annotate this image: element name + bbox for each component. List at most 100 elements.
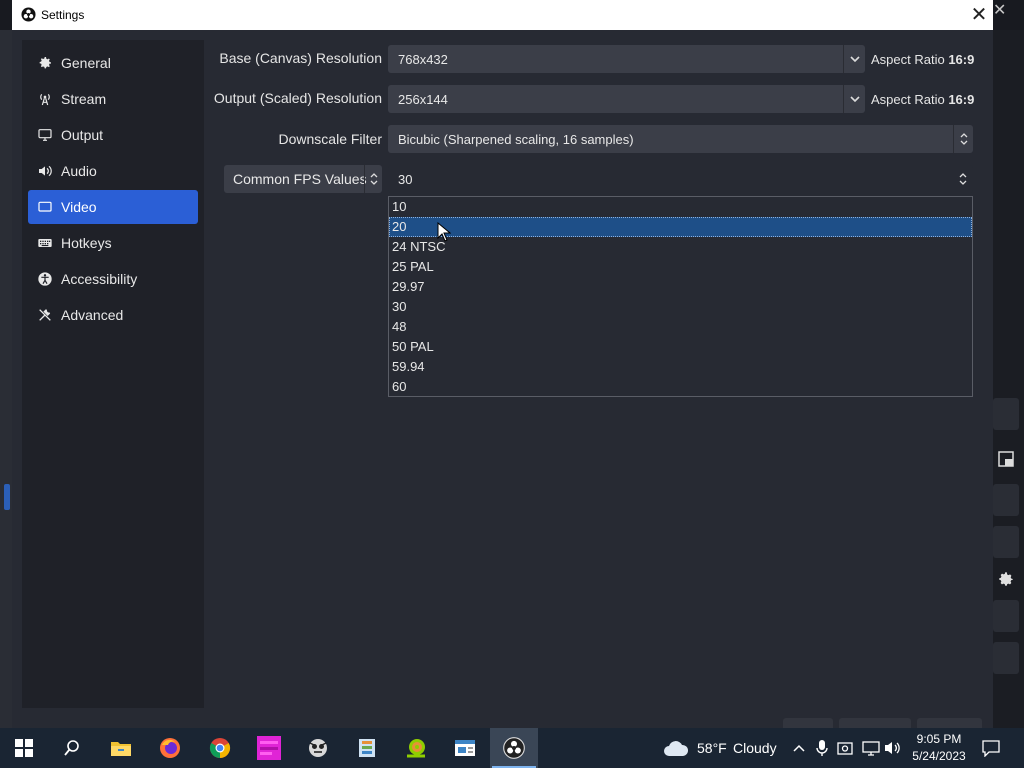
magenta-app-icon [257,736,281,760]
sidebar-item-audio[interactable]: Audio [28,154,198,188]
base-resolution-value: 768x432 [398,51,448,67]
clock-time: 9:05 PM [916,732,962,746]
chrome-icon [209,738,231,759]
updown-arrows-icon [953,125,973,153]
taskbar-search-button[interactable] [48,728,96,768]
snail-app-icon [407,739,425,758]
fps-option[interactable]: 24 NTSC [389,237,972,257]
settings-dialog: Settings ✕ General Stream Output Audio V… [12,0,993,740]
fps-value-combo[interactable]: 30 [388,165,973,193]
antenna-icon [36,90,54,108]
taskbar-archive-app[interactable] [343,728,391,768]
sidebar-item-video[interactable]: Video [28,190,198,224]
fps-option-highlighted[interactable]: 20 [389,217,972,237]
background-close-icon[interactable]: ✕ [993,0,1006,20]
security-icon[interactable] [836,739,854,757]
chevron-down-icon[interactable] [843,45,865,73]
updown-arrows-icon [364,165,382,193]
taskbar-snail-app[interactable] [392,728,440,768]
mouse-cursor-icon [437,222,451,242]
taskbar-file-explorer[interactable] [97,728,145,768]
taskbar-firefox[interactable] [146,728,194,768]
title-bar: Settings ✕ [12,0,993,30]
search-icon [64,740,79,756]
downscale-filter-value: Bicubic (Sharpened scaling, 16 samples) [398,131,634,147]
fps-value: 30 [398,171,413,187]
sidebar-item-label: Advanced [61,307,124,323]
obs-studio-icon [503,737,525,759]
dialog-title: Settings [41,8,85,22]
sidebar-item-hotkeys[interactable]: Hotkeys [28,226,198,260]
volume-icon[interactable] [884,739,902,757]
output-aspect-ratio: Aspect Ratio 16:9 [871,92,975,107]
sidebar-item-accessibility[interactable]: Accessibility [28,262,198,296]
fps-option[interactable]: 50 PAL [389,337,972,357]
gear-icon[interactable] [997,570,1015,593]
chevron-down-icon[interactable] [843,85,865,113]
speaker-icon [36,162,54,180]
taskbar-magenta-app[interactable] [245,728,293,768]
output-resolution-combo[interactable]: 256x144 [388,85,865,113]
microphone-icon[interactable] [813,739,831,757]
updown-arrows-icon [953,165,973,193]
fps-option[interactable]: 48 [389,317,972,337]
fps-option[interactable]: 10 [389,197,972,217]
sidebar-item-label: Audio [61,163,97,179]
background-selected-tab [4,484,10,510]
obs-face-icon [309,739,327,757]
output-resolution-label: Output (Scaled) Resolution [213,90,382,106]
fps-option[interactable]: 30 [389,297,972,317]
background-panel-button[interactable] [993,526,1019,558]
archive-app-icon [359,739,375,757]
network-icon[interactable] [862,739,880,757]
clock-date: 5/24/2023 [912,749,966,763]
chevron-up-icon[interactable] [790,739,808,757]
background-panel-button[interactable] [993,484,1019,516]
background-panel-button[interactable] [993,642,1019,674]
weather-description[interactable]: Cloudy [733,740,777,756]
taskbar-window-app[interactable] [441,728,489,768]
window-app-icon [455,740,475,756]
sidebar-item-label: Accessibility [61,271,138,287]
fps-option[interactable]: 25 PAL [389,257,972,277]
sidebar-item-label: Stream [61,91,107,107]
base-resolution-label: Base (Canvas) Resolution [219,50,382,66]
fps-option[interactable]: 29.97 [389,277,972,297]
background-panel-button[interactable] [993,600,1019,632]
background-panel-button[interactable] [993,398,1019,430]
display-icon [36,198,54,216]
close-button[interactable]: ✕ [968,3,990,27]
cloud-icon [664,741,689,756]
firefox-icon [160,738,180,758]
fps-dropdown-list: 10 20 24 NTSC 25 PAL 29.97 30 48 50 PAL … [388,196,973,397]
weather-temperature[interactable]: 58°F [697,740,727,756]
output-resolution-value: 256x144 [398,91,448,107]
sidebar-item-label: Output [61,127,104,143]
close-icon: ✕ [970,4,988,26]
downscale-filter-combo[interactable]: Bicubic (Sharpened scaling, 16 samples) [388,125,973,153]
output-monitor-icon [36,126,54,144]
windows-start-button[interactable] [0,728,48,768]
gear-icon [36,54,54,72]
fps-option[interactable]: 60 [389,377,972,397]
fps-type-combo[interactable]: Common FPS Values [224,165,382,193]
fps-option[interactable]: 59.94 [389,357,972,377]
notification-icon[interactable] [981,738,1001,758]
sidebar-item-label: Video [61,199,97,215]
taskbar-obs-studio[interactable] [490,728,538,768]
dock-icon[interactable] [997,450,1015,473]
windows-start-icon [15,739,33,757]
sidebar-item-label: Hotkeys [61,235,112,251]
background-left-panel [0,30,12,728]
taskbar-obs-face-app[interactable] [294,728,342,768]
sidebar-item-label: General [61,55,111,71]
sidebar-item-advanced[interactable]: Advanced [28,298,198,332]
tools-icon [36,306,54,324]
base-resolution-combo[interactable]: 768x432 [388,45,865,73]
fps-type-value: Common FPS Values [233,171,367,187]
base-aspect-ratio: Aspect Ratio 16:9 [871,52,975,67]
system-clock[interactable]: 9:05 PM 5/24/2023 [906,731,972,765]
obs-logo-icon [21,7,36,22]
file-explorer-icon [111,742,131,756]
taskbar-chrome[interactable] [196,728,244,768]
